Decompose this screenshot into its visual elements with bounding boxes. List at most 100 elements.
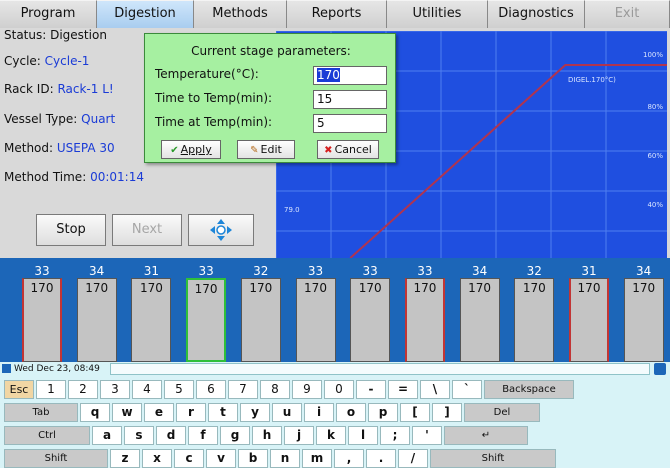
key-char-59[interactable]: ; <box>380 426 410 445</box>
key-char-120[interactable]: x <box>142 449 172 468</box>
key-char-103[interactable]: g <box>220 426 250 445</box>
key-char-119[interactable]: w <box>112 403 142 422</box>
key-char-93[interactable]: ] <box>432 403 462 422</box>
tab-reports[interactable]: Reports <box>287 0 387 28</box>
key-char-101[interactable]: e <box>144 403 174 422</box>
key-char-110[interactable]: n <box>270 449 300 468</box>
temperature-label: Temperature(°C): <box>155 67 259 81</box>
vessel-12[interactable]: 34 170 <box>620 264 668 362</box>
key-char-118[interactable]: v <box>206 449 236 468</box>
edit-button[interactable]: ✎ Edit <box>237 140 295 159</box>
vessel-1[interactable]: 33 170 <box>18 264 66 362</box>
key-esc[interactable]: Esc <box>4 380 34 399</box>
key-char-53[interactable]: 5 <box>164 380 194 399</box>
key-char-111[interactable]: o <box>336 403 366 422</box>
key-char-117[interactable]: u <box>272 403 302 422</box>
key-char-106[interactable]: j <box>284 426 314 445</box>
vessel-9[interactable]: 34 170 <box>456 264 504 362</box>
tab-diagnostics[interactable]: Diagnostics <box>488 0 585 28</box>
cancel-label: Cancel <box>334 143 372 156</box>
key-char-44[interactable]: , <box>334 449 364 468</box>
keyboard-text-field[interactable] <box>110 363 650 375</box>
vessel-8[interactable]: 33 170 <box>401 264 449 362</box>
key-ctrl[interactable]: Ctrl <box>4 426 90 445</box>
key-backspace[interactable]: Backspace <box>484 380 574 399</box>
key-char-105[interactable]: i <box>304 403 334 422</box>
key-char-99[interactable]: c <box>174 449 204 468</box>
key-char-108[interactable]: l <box>348 426 378 445</box>
key-char-61[interactable]: = <box>388 380 418 399</box>
key-char-116[interactable]: t <box>208 403 238 422</box>
tab-exit[interactable]: Exit <box>585 0 670 28</box>
time-to-temp-input[interactable]: 15 <box>313 90 387 109</box>
vessel-6[interactable]: 33 170 <box>292 264 340 362</box>
key-tab[interactable]: Tab <box>4 403 78 422</box>
key-shift[interactable]: Shift <box>4 449 108 468</box>
key-char-112[interactable]: p <box>368 403 398 422</box>
key-char-109[interactable]: m <box>302 449 332 468</box>
key-char-8629[interactable]: ↵ <box>444 426 528 445</box>
tab-digestion[interactable]: Digestion <box>97 0 194 28</box>
vessel-3[interactable]: 31 170 <box>127 264 175 362</box>
cancel-button[interactable]: ✖ Cancel <box>317 140 379 159</box>
vessel-5[interactable]: 32 170 <box>237 264 285 362</box>
key-char-39[interactable]: ' <box>412 426 442 445</box>
vessel-10[interactable]: 32 170 <box>510 264 558 362</box>
temperature-input[interactable]: 170 <box>313 66 387 85</box>
navigate-button[interactable] <box>188 214 254 246</box>
method-time-value: 00:01:14 <box>90 170 144 184</box>
key-char-55[interactable]: 7 <box>228 380 258 399</box>
key-char-54[interactable]: 6 <box>196 380 226 399</box>
key-char-113[interactable]: q <box>80 403 110 422</box>
vessel-11[interactable]: 31 170 <box>565 264 613 362</box>
key-char-102[interactable]: f <box>188 426 218 445</box>
vessel-position-number: 34 <box>471 264 488 278</box>
pencil-icon: ✎ <box>250 145 259 156</box>
key-char-51[interactable]: 3 <box>100 380 130 399</box>
dialog-title: Current stage parameters: <box>191 44 351 58</box>
vessel-temperature: 170 <box>85 281 109 295</box>
key-char-56[interactable]: 8 <box>260 380 290 399</box>
vessel-2[interactable]: 34 170 <box>73 264 121 362</box>
key-char-46[interactable]: . <box>366 449 396 468</box>
vessel-position-number: 31 <box>581 264 597 278</box>
vessel-4[interactable]: 33 170 <box>182 264 230 362</box>
key-char-57[interactable]: 9 <box>292 380 322 399</box>
key-char-49[interactable]: 1 <box>36 380 66 399</box>
key-char-104[interactable]: h <box>252 426 282 445</box>
axis-tick-label: 80% <box>647 103 663 111</box>
key-char-47[interactable]: / <box>398 449 428 468</box>
axis-tick-label: 100% <box>643 51 663 59</box>
tab-program[interactable]: Program <box>0 0 97 28</box>
settings-icon[interactable] <box>654 363 666 375</box>
key-char-52[interactable]: 4 <box>132 380 162 399</box>
vessel-temperature: 170 <box>522 281 546 295</box>
peak-stage-label: DIGEL.170°C) <box>568 76 616 84</box>
stop-button[interactable]: Stop <box>36 214 106 246</box>
tab-methods[interactable]: Methods <box>194 0 287 28</box>
apply-button[interactable]: ✔ Apply <box>161 140 221 159</box>
key-char-50[interactable]: 2 <box>68 380 98 399</box>
key-del[interactable]: Del <box>464 403 540 422</box>
key-char-121[interactable]: y <box>240 403 270 422</box>
key-char-107[interactable]: k <box>316 426 346 445</box>
key-char-91[interactable]: [ <box>400 403 430 422</box>
key-shift[interactable]: Shift <box>430 449 556 468</box>
time-at-temp-input[interactable]: 5 <box>313 114 387 133</box>
cycle-label: Cycle: <box>4 54 41 68</box>
tab-utilities[interactable]: Utilities <box>387 0 488 28</box>
key-char-115[interactable]: s <box>124 426 154 445</box>
key-char-100[interactable]: d <box>156 426 186 445</box>
key-char-45[interactable]: - <box>356 380 386 399</box>
key-char-96[interactable]: ` <box>452 380 482 399</box>
key-char-114[interactable]: r <box>176 403 206 422</box>
vessel-temperature: 170 <box>139 281 163 295</box>
key-char-98[interactable]: b <box>238 449 268 468</box>
next-button[interactable]: Next <box>112 214 182 246</box>
key-char-97[interactable]: a <box>92 426 122 445</box>
vessel-7[interactable]: 33 170 <box>346 264 394 362</box>
key-char-48[interactable]: 0 <box>324 380 354 399</box>
key-char-92[interactable]: \ <box>420 380 450 399</box>
rack-label: Rack ID: <box>4 82 54 96</box>
key-char-122[interactable]: z <box>110 449 140 468</box>
